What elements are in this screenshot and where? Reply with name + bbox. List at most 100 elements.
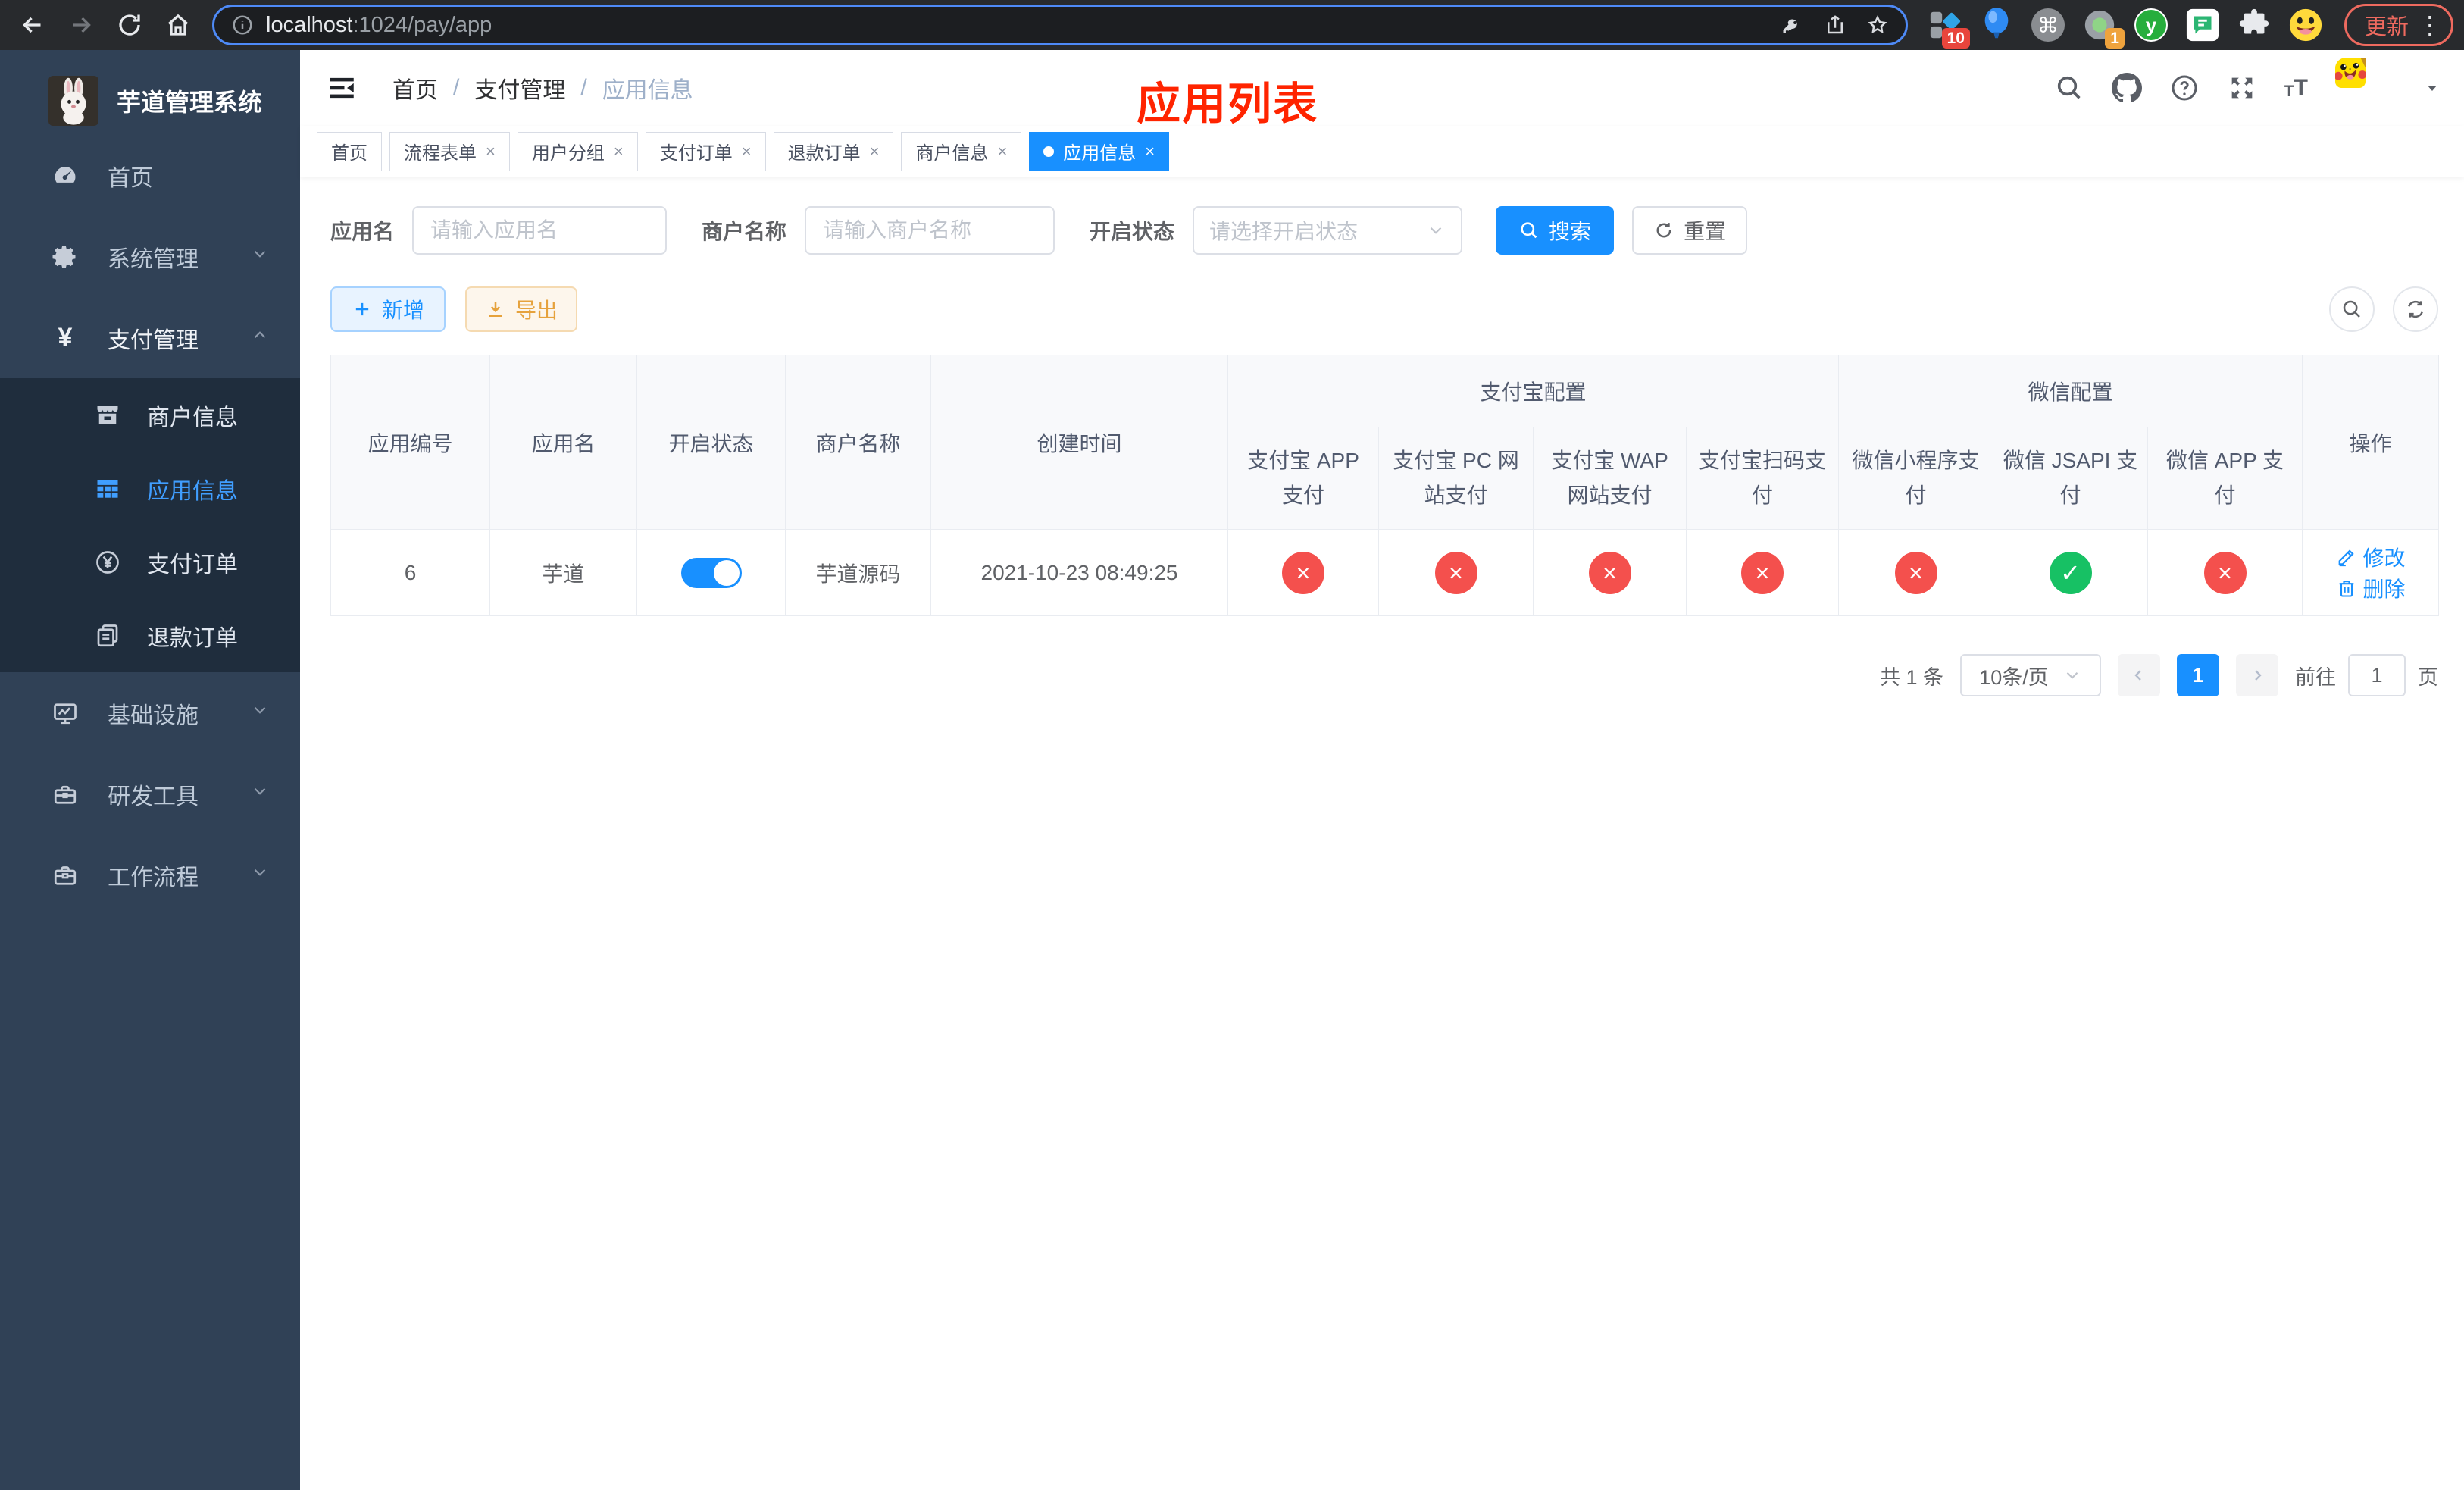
github-icon[interactable] [2111, 73, 2142, 103]
forward-icon[interactable] [59, 3, 103, 47]
extension-y-icon[interactable]: y [2134, 8, 2169, 42]
extension-badge: 1 [2105, 28, 2125, 49]
breadcrumb-home[interactable]: 首页 [392, 71, 438, 105]
browser-update-button[interactable]: 更新 ⋮ [2344, 4, 2453, 46]
tab-user-group[interactable]: 用户分组 × [517, 131, 638, 171]
reload-icon[interactable] [108, 3, 152, 47]
share-icon[interactable] [1824, 14, 1846, 36]
extension-balloon-icon[interactable] [1979, 8, 2014, 42]
page-1-button[interactable]: 1 [2177, 654, 2219, 696]
tab-pay-order[interactable]: 支付订单 × [645, 131, 766, 171]
font-size-icon[interactable]: TT [2284, 77, 2308, 100]
sidebar-item-pay-order[interactable]: 支付订单 [0, 525, 300, 599]
edit-link[interactable]: 修改 [2336, 542, 2406, 572]
page-size-select[interactable]: 10条/页 [1960, 654, 2101, 696]
close-icon[interactable]: × [870, 142, 880, 161]
merchant-name-input[interactable] [805, 206, 1055, 255]
browser-menu-kebab-icon[interactable]: ⋮ [2418, 13, 2442, 37]
address-bar[interactable]: localhost:1024/pay/app [212, 5, 1908, 45]
search-icon [1521, 222, 1537, 239]
grid-icon [92, 474, 123, 504]
dashboard-icon [50, 161, 80, 191]
sidebar-item-system[interactable]: 系统管理 [0, 216, 300, 297]
home-icon[interactable] [156, 3, 200, 47]
extension-blocks-icon[interactable]: 10 [1928, 8, 1970, 49]
sidebar: 芋道管理系统 首页 系统管理 ¥ 支付管理 商户信息 应用信息 支付订单 退款订… [0, 50, 300, 1490]
refresh-table-button[interactable] [2393, 286, 2438, 332]
sidebar-item-workflow[interactable]: 工作流程 [0, 834, 300, 916]
url-text[interactable]: localhost:1024/pay/app [266, 13, 492, 38]
gear-icon [50, 242, 80, 272]
app-table: 应用编号 应用名 开启状态 商户名称 创建时间 支付宝配置 微信配置 操作 支付… [330, 355, 2440, 616]
tab-home[interactable]: 首页 [317, 131, 382, 171]
tab-merchant-info[interactable]: 商户信息 × [901, 131, 1022, 171]
status-select[interactable]: 请选择开启状态 [1193, 206, 1463, 255]
app-title: 芋道管理系统 [117, 89, 263, 116]
extension-record-icon[interactable]: 1 [2082, 8, 2125, 49]
extension-command-icon[interactable]: ⌘ [2031, 8, 2065, 42]
reset-button[interactable]: 重置 [1632, 206, 1748, 255]
caret-down-icon[interactable] [2423, 79, 2441, 97]
sidebar-item-payment[interactable]: ¥ 支付管理 [0, 297, 300, 378]
avatar[interactable] [2335, 58, 2396, 118]
tab-process-form[interactable]: 流程表单 × [389, 131, 510, 171]
sidebar-menu: 首页 系统管理 ¥ 支付管理 商户信息 应用信息 支付订单 退款订单 基础设施 … [0, 135, 300, 916]
close-icon[interactable]: × [742, 142, 752, 161]
tab-refund-order[interactable]: 退款订单 × [773, 131, 894, 171]
col-actions: 操作 [2302, 355, 2440, 530]
extensions-puzzle-icon[interactable] [2237, 8, 2272, 42]
col-wechat-app: 微信 APP 支付 [2147, 427, 2303, 530]
close-icon[interactable]: × [997, 142, 1007, 161]
close-icon[interactable]: × [614, 142, 624, 161]
export-button[interactable]: 导出 [465, 286, 578, 332]
bookmark-star-icon[interactable] [1866, 14, 1889, 36]
app-name-input[interactable] [412, 206, 668, 255]
hide-search-button[interactable] [2329, 286, 2375, 332]
pencil-icon [2338, 549, 2354, 566]
status-toggle[interactable] [680, 557, 742, 588]
tab-app-info[interactable]: 应用信息 × [1029, 131, 1170, 171]
close-icon[interactable]: × [1145, 142, 1155, 161]
chevron-down-icon [250, 700, 270, 726]
prev-page-button[interactable] [2118, 654, 2160, 696]
sidebar-item-label: 工作流程 [108, 865, 199, 891]
site-info-icon[interactable] [231, 14, 254, 36]
briefcase-icon [50, 860, 80, 891]
col-alipay-qr: 支付宝扫码支付 [1685, 427, 1840, 530]
col-group-wechat: 微信配置 [1838, 355, 2303, 427]
page-suffix-label: 页 [2418, 665, 2438, 689]
search-icon[interactable] [2054, 73, 2084, 103]
breadcrumb-separator: / [580, 75, 587, 100]
refresh-icon [1656, 223, 1671, 238]
extension-chat-icon[interactable] [2185, 8, 2220, 42]
logo-rabbit-image [48, 76, 98, 126]
close-icon[interactable]: × [486, 142, 496, 161]
extension-badge: 10 [1941, 28, 1970, 49]
chevron-down-icon [250, 244, 270, 270]
sidebar-item-dev-tools[interactable]: 研发工具 [0, 753, 300, 834]
back-icon[interactable] [11, 3, 55, 47]
navbar: 首页 / 支付管理 / 应用信息 应用列表 TT [300, 50, 2464, 129]
collapse-sidebar-icon[interactable] [326, 72, 358, 104]
help-icon[interactable] [2169, 73, 2200, 103]
breadcrumb-payment[interactable]: 支付管理 [474, 71, 565, 105]
sidebar-item-app-info[interactable]: 应用信息 [0, 452, 300, 525]
password-key-icon[interactable] [1781, 14, 1804, 36]
sidebar-item-refund-order[interactable]: 退款订单 [0, 599, 300, 672]
sidebar-item-merchant-info[interactable]: 商户信息 [0, 378, 300, 452]
col-wechat-mini: 微信小程序支付 [1838, 427, 1994, 530]
sidebar-item-home[interactable]: 首页 [0, 135, 300, 216]
extension-emoji-icon[interactable] [2288, 8, 2323, 42]
table-row: 6 芋道 芋道源码 2021-10-23 08:49:25 × × × × × [330, 529, 2440, 616]
trash-icon [2339, 580, 2353, 597]
app-logo[interactable]: 芋道管理系统 [0, 50, 300, 135]
search-button[interactable]: 搜索 [1496, 206, 1615, 255]
next-page-button[interactable] [2236, 654, 2278, 696]
add-button[interactable]: 新增 [330, 286, 446, 332]
col-alipay-wap: 支付宝 WAP 网站支付 [1533, 427, 1687, 530]
fullscreen-icon[interactable] [2227, 73, 2257, 103]
goto-label: 前往 [2295, 665, 2336, 689]
delete-link[interactable]: 删除 [2336, 573, 2406, 603]
goto-page-input[interactable] [2348, 654, 2406, 696]
sidebar-item-infrastructure[interactable]: 基础设施 [0, 672, 300, 753]
